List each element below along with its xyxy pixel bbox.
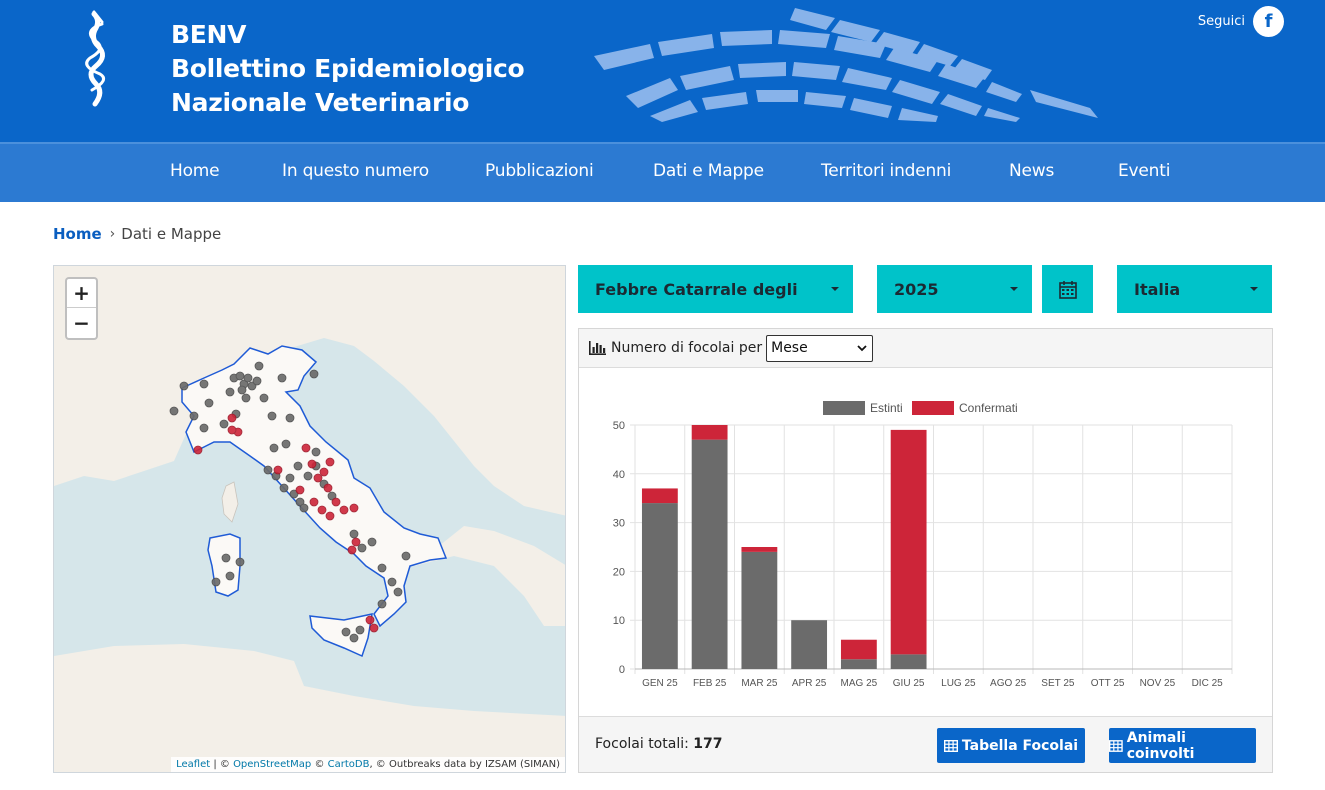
nav-pubblicazioni[interactable]: Pubblicazioni xyxy=(485,161,594,181)
x-tick-label: AGO 25 xyxy=(990,678,1027,689)
bar-confermati-gen-25 xyxy=(641,488,678,504)
total-value: 177 xyxy=(693,736,723,752)
legend-swatch-estinti xyxy=(823,401,865,415)
outbreak-map[interactable]: + − Leaflet | © OpenStreetMap © CartoDB,… xyxy=(53,265,566,773)
table-icon xyxy=(943,739,958,752)
x-tick-label: DIC 25 xyxy=(1192,678,1224,689)
brand-line-1: BENV xyxy=(171,20,247,49)
calendar-icon xyxy=(1058,280,1077,299)
attribution-data-source: , © Outbreaks data by IZSAM (SIMAN) xyxy=(369,759,560,770)
social-links: Seguici f xyxy=(1198,6,1284,37)
nav-dati-e-mappe[interactable]: Dati e Mappe xyxy=(653,161,764,181)
x-tick-label: MAR 25 xyxy=(741,678,778,689)
banner-decoration xyxy=(594,8,1098,122)
zoom-in-button[interactable]: + xyxy=(67,279,96,308)
bar-estinti-giu-25 xyxy=(890,654,927,669)
brand-line-2: Bollettino Epidemiologico xyxy=(171,54,525,83)
nav-in-questo-numero[interactable]: In questo numero xyxy=(282,161,429,181)
map-canvas[interactable] xyxy=(54,266,566,773)
outbreak-table-button[interactable]: Tabella Focolai xyxy=(937,728,1085,763)
chart-panel-header: Numero di focolai per Mese xyxy=(579,329,1272,368)
disease-select[interactable]: Febbre Catarrale degli ovini (Blue Tongu… xyxy=(578,265,853,313)
x-tick-label: SET 25 xyxy=(1041,678,1075,689)
x-tick-label: OTT 25 xyxy=(1091,678,1125,689)
chevron-right-icon: › xyxy=(109,226,116,242)
y-tick-label: 30 xyxy=(613,518,625,530)
site-header: BENV Bollettino Epidemiologico Nazionale… xyxy=(0,0,1325,142)
bar-estinti-mag-25 xyxy=(840,659,877,669)
chart-heading: Numero di focolai per xyxy=(611,340,763,356)
bar-estinti-gen-25 xyxy=(641,503,678,669)
involved-animals-label: Animali coinvolti xyxy=(1126,729,1195,762)
year-select-value: 2025 xyxy=(894,279,939,299)
outbreak-total: Focolai totali: 177 xyxy=(595,736,723,752)
chevron-down-icon xyxy=(857,344,867,351)
y-tick-label: 40 xyxy=(613,469,625,481)
attribution-separator: © xyxy=(311,759,328,770)
attribution-separator: | © xyxy=(210,759,234,770)
outbreak-bar-chart: 0 10 20 30 40 50 GEN 25 FEB 25 MAR 25 APR 25 MAG 2… xyxy=(613,401,1233,689)
caduceus-logo[interactable] xyxy=(78,10,114,108)
y-tick-label: 10 xyxy=(613,615,625,627)
legend-label-confermati: Confermati xyxy=(959,401,1018,415)
period-select[interactable]: Mese xyxy=(766,334,874,362)
outbreak-table-label: Tabella Focolai xyxy=(961,737,1079,754)
bar-estinti-mar-25 xyxy=(741,551,778,669)
area-select-value: Italia xyxy=(1134,279,1181,299)
zoom-out-button[interactable]: − xyxy=(67,308,96,337)
x-tick-label: NOV 25 xyxy=(1140,678,1176,689)
x-tick-label: FEB 25 xyxy=(693,678,727,689)
total-label: Focolai totali: xyxy=(595,736,689,752)
zoom-control: + − xyxy=(65,277,98,340)
site-title[interactable]: BENV Bollettino Epidemiologico Nazionale… xyxy=(171,18,525,120)
y-tick-label: 50 xyxy=(613,420,625,432)
breadcrumb: Home › Dati e Mappe xyxy=(53,225,221,243)
nav-news[interactable]: News xyxy=(1009,161,1054,181)
brand-line-3: Nazionale Veterinario xyxy=(171,88,470,117)
x-tick-label: LUG 25 xyxy=(941,678,976,689)
chart-panel-footer: Focolai totali: 177 Tabella Focolai Anim… xyxy=(579,716,1272,772)
legend-swatch-confermati xyxy=(912,401,954,415)
y-tick-label: 0 xyxy=(619,664,625,676)
nav-home[interactable]: Home xyxy=(170,161,220,181)
x-tick-label: APR 25 xyxy=(792,678,827,689)
x-tick-label: MAG 25 xyxy=(841,678,878,689)
bar-confermati-mag-25 xyxy=(840,639,877,660)
chart-panel: Numero di focolai per Mese 0 10 20 30 40 50 GE… xyxy=(578,328,1273,773)
map-attribution: Leaflet | © OpenStreetMap © CartoDB, © O… xyxy=(171,757,565,772)
bar-confermati-mar-25 xyxy=(741,547,778,552)
bar-estinti-apr-25 xyxy=(791,620,828,669)
involved-animals-button[interactable]: Animali coinvolti xyxy=(1109,728,1256,763)
year-select[interactable]: 2025 xyxy=(877,265,1032,313)
table-icon xyxy=(1109,739,1123,752)
bar-estinti-feb-25 xyxy=(691,439,728,669)
osm-link[interactable]: OpenStreetMap xyxy=(233,759,311,770)
bar-confermati-feb-25 xyxy=(691,425,728,440)
cartodb-link[interactable]: CartoDB xyxy=(328,759,370,770)
caret-down-icon xyxy=(1010,287,1018,291)
facebook-icon[interactable]: f xyxy=(1253,6,1284,37)
breadcrumb-current: Dati e Mappe xyxy=(121,225,222,243)
x-tick-label: GIU 25 xyxy=(893,678,925,689)
nav-territori-indenni[interactable]: Territori indenni xyxy=(821,161,951,181)
x-tick-label: GEN 25 xyxy=(642,678,678,689)
bar-confermati-giu-25 xyxy=(890,429,927,655)
period-select-value: Mese xyxy=(771,340,808,356)
follow-label: Seguici xyxy=(1197,14,1245,29)
breadcrumb-home[interactable]: Home xyxy=(53,225,102,243)
caret-down-icon xyxy=(1250,287,1258,291)
caret-down-icon xyxy=(831,287,839,291)
area-select[interactable]: Italia xyxy=(1117,265,1272,313)
nav-eventi[interactable]: Eventi xyxy=(1118,161,1170,181)
bar-chart-icon xyxy=(589,341,606,355)
leaflet-link[interactable]: Leaflet xyxy=(176,759,210,770)
legend-label-estinti: Estinti xyxy=(870,401,903,415)
main-navigation: Home In questo numero Pubblicazioni Dati… xyxy=(0,142,1325,202)
y-tick-label: 20 xyxy=(613,566,625,578)
calendar-button[interactable] xyxy=(1042,265,1093,313)
disease-select-value: Febbre Catarrale degli ovini (Blue Tongu… xyxy=(595,279,799,299)
